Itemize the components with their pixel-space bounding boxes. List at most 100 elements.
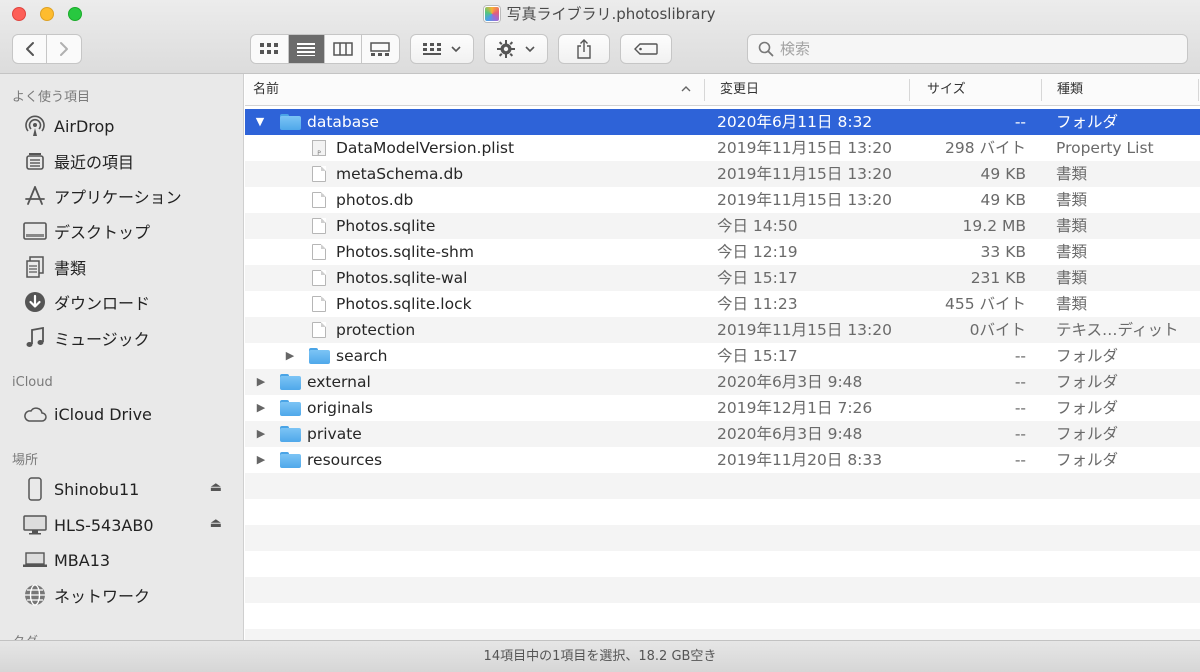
folder-icon — [280, 452, 301, 468]
document-icon — [312, 244, 326, 260]
list-view-button[interactable] — [288, 35, 326, 63]
plist-file-icon: P — [312, 140, 326, 157]
file-row-photos-sqlite-lock[interactable]: Photos.sqlite.lock 今日 11:23 455 バイト 書類 — [245, 291, 1200, 317]
group-by-button[interactable] — [410, 34, 474, 64]
file-row-external[interactable]: ▶ external 2020年6月3日 9:48 -- フォルダ — [245, 369, 1200, 395]
file-row-private[interactable]: ▶ private 2020年6月3日 9:48 -- フォルダ — [245, 421, 1200, 447]
file-row-photos-sqlite[interactable]: Photos.sqlite 今日 14:50 19.2 MB 書類 — [245, 213, 1200, 239]
file-date: 2019年11月15日 13:20 — [717, 165, 892, 183]
search-field[interactable] — [747, 34, 1188, 64]
sidebar-item-label: ダウンロード — [54, 294, 151, 313]
sidebar-item-shinobu11[interactable]: Shinobu11 ⏏ — [22, 474, 232, 504]
sidebar-item-documents[interactable]: 書類 — [22, 252, 232, 282]
view-mode-control — [250, 34, 400, 64]
sidebar-item-icloud-drive[interactable]: iCloud Drive — [22, 399, 232, 429]
sort-ascending-icon — [681, 83, 691, 95]
file-size: -- — [1014, 347, 1026, 365]
chevron-left-icon — [25, 42, 34, 56]
file-kind: フォルダ — [1056, 373, 1119, 391]
disclosure-triangle-collapsed-icon[interactable]: ▶ — [254, 447, 268, 473]
file-name: originals — [307, 399, 374, 417]
sidebar-header-locations: 場所 — [12, 453, 39, 468]
gallery-view-button[interactable] — [362, 35, 399, 63]
file-size: 33 KB — [980, 243, 1026, 261]
file-row-originals[interactable]: ▶ originals 2019年12月1日 7:26 -- フォルダ — [245, 395, 1200, 421]
sidebar-item-mba13[interactable]: MBA13 — [22, 545, 232, 575]
tag-button[interactable] — [620, 34, 672, 64]
file-kind: 書類 — [1056, 243, 1088, 261]
sidebar-item-network[interactable]: ネットワーク — [22, 580, 232, 610]
file-name: private — [307, 425, 362, 443]
file-row-database[interactable]: ▼ database 2020年6月11日 8:32 -- フォルダ — [245, 109, 1200, 135]
disclosure-triangle-expanded-icon[interactable]: ▼ — [253, 109, 267, 135]
disclosure-triangle-collapsed-icon[interactable]: ▶ — [254, 369, 268, 395]
disclosure-triangle-collapsed-icon[interactable]: ▶ — [283, 343, 297, 369]
file-size: 49 KB — [980, 165, 1026, 183]
file-kind: フォルダ — [1056, 113, 1119, 131]
recents-icon — [22, 148, 48, 174]
file-date: 2019年11月15日 13:20 — [717, 191, 892, 209]
documents-icon — [22, 254, 48, 280]
cloud-icon — [22, 401, 48, 427]
empty-row — [245, 629, 1200, 640]
file-row-search[interactable]: ▶ search 今日 15:17 -- フォルダ — [245, 343, 1200, 369]
search-input[interactable] — [780, 40, 1160, 58]
sidebar-item-label: 最近の項目 — [54, 153, 135, 172]
gallery-view-icon — [370, 42, 391, 56]
sidebar-item-airdrop[interactable]: AirDrop — [22, 111, 232, 141]
sidebar-item-downloads[interactable]: ダウンロード — [22, 287, 232, 317]
back-button[interactable] — [13, 35, 48, 63]
file-size: -- — [1014, 113, 1026, 131]
column-header-size[interactable]: サイズ — [919, 74, 1041, 105]
toolbar: 写真ライブラリ.photoslibrary — [0, 0, 1200, 74]
file-size: 49 KB — [980, 191, 1026, 209]
file-kind: フォルダ — [1056, 425, 1119, 443]
file-row-metaschema-db[interactable]: metaSchema.db 2019年11月15日 13:20 49 KB 書類 — [245, 161, 1200, 187]
eject-icon[interactable]: ⏏ — [210, 480, 222, 495]
column-headers: 名前 変更日 サイズ 種類 — [245, 74, 1200, 106]
file-row-photos-db[interactable]: photos.db 2019年11月15日 13:20 49 KB 書類 — [245, 187, 1200, 213]
icon-view-icon — [260, 43, 279, 54]
sidebar-item-label: デスクトップ — [54, 223, 151, 242]
sidebar-item-hls-543ab0[interactable]: HLS-543AB0 ⏏ — [22, 510, 232, 540]
action-menu-button[interactable] — [484, 34, 548, 64]
disclosure-triangle-collapsed-icon[interactable]: ▶ — [254, 421, 268, 447]
sidebar-item-label: AirDrop — [54, 116, 115, 136]
column-header-kind[interactable]: 種類 — [1049, 74, 1199, 105]
laptop-icon — [22, 547, 48, 573]
status-bar: 14項目中の1項目を選択、18.2 GB空き — [0, 640, 1200, 672]
column-header-name[interactable]: 名前 — [245, 74, 704, 105]
share-button[interactable] — [558, 34, 610, 64]
sidebar-header-favorites: よく使う項目 — [12, 90, 91, 105]
file-kind: フォルダ — [1056, 347, 1119, 365]
eject-icon[interactable]: ⏏ — [210, 516, 222, 531]
forward-button[interactable] — [47, 35, 81, 63]
file-size: -- — [1014, 425, 1026, 443]
document-icon — [312, 322, 326, 338]
file-date: 今日 15:17 — [717, 269, 798, 287]
sidebar-item-label: ミュージック — [54, 330, 150, 349]
icon-view-button[interactable] — [251, 35, 289, 63]
sidebar-item-desktop[interactable]: デスクトップ — [22, 216, 232, 246]
file-row-photos-sqlite-shm[interactable]: Photos.sqlite-shm 今日 12:19 33 KB 書類 — [245, 239, 1200, 265]
disclosure-triangle-collapsed-icon[interactable]: ▶ — [254, 395, 268, 421]
gear-icon — [497, 40, 515, 58]
file-row-datamodelversion-plist[interactable]: P DataModelVersion.plist 2019年11月15日 13:… — [245, 135, 1200, 161]
file-row-protection[interactable]: protection 2019年11月15日 13:20 0バイト テキス…ディ… — [245, 317, 1200, 343]
file-name: metaSchema.db — [336, 165, 464, 183]
file-name: Photos.sqlite — [336, 217, 436, 235]
sidebar-item-applications[interactable]: アプリケーション — [22, 181, 232, 211]
column-view-button[interactable] — [325, 35, 362, 63]
column-header-date[interactable]: 変更日 — [712, 74, 909, 105]
file-row-photos-sqlite-wal[interactable]: Photos.sqlite-wal 今日 15:17 231 KB 書類 — [245, 265, 1200, 291]
downloads-icon — [22, 289, 48, 315]
sidebar-item-label: Shinobu11 — [54, 479, 140, 499]
sidebar-item-music[interactable]: ミュージック — [22, 323, 232, 353]
sidebar-item-recents[interactable]: 最近の項目 — [22, 146, 232, 176]
applications-icon — [22, 183, 48, 209]
window-title: 写真ライブラリ.photoslibrary — [0, 4, 1200, 24]
sidebar-item-label: HLS-543AB0 — [54, 515, 154, 535]
file-row-resources[interactable]: ▶ resources 2019年11月20日 8:33 -- フォルダ — [245, 447, 1200, 473]
sidebar-item-label: MBA13 — [54, 550, 111, 570]
file-name: Photos.sqlite-shm — [336, 243, 474, 261]
